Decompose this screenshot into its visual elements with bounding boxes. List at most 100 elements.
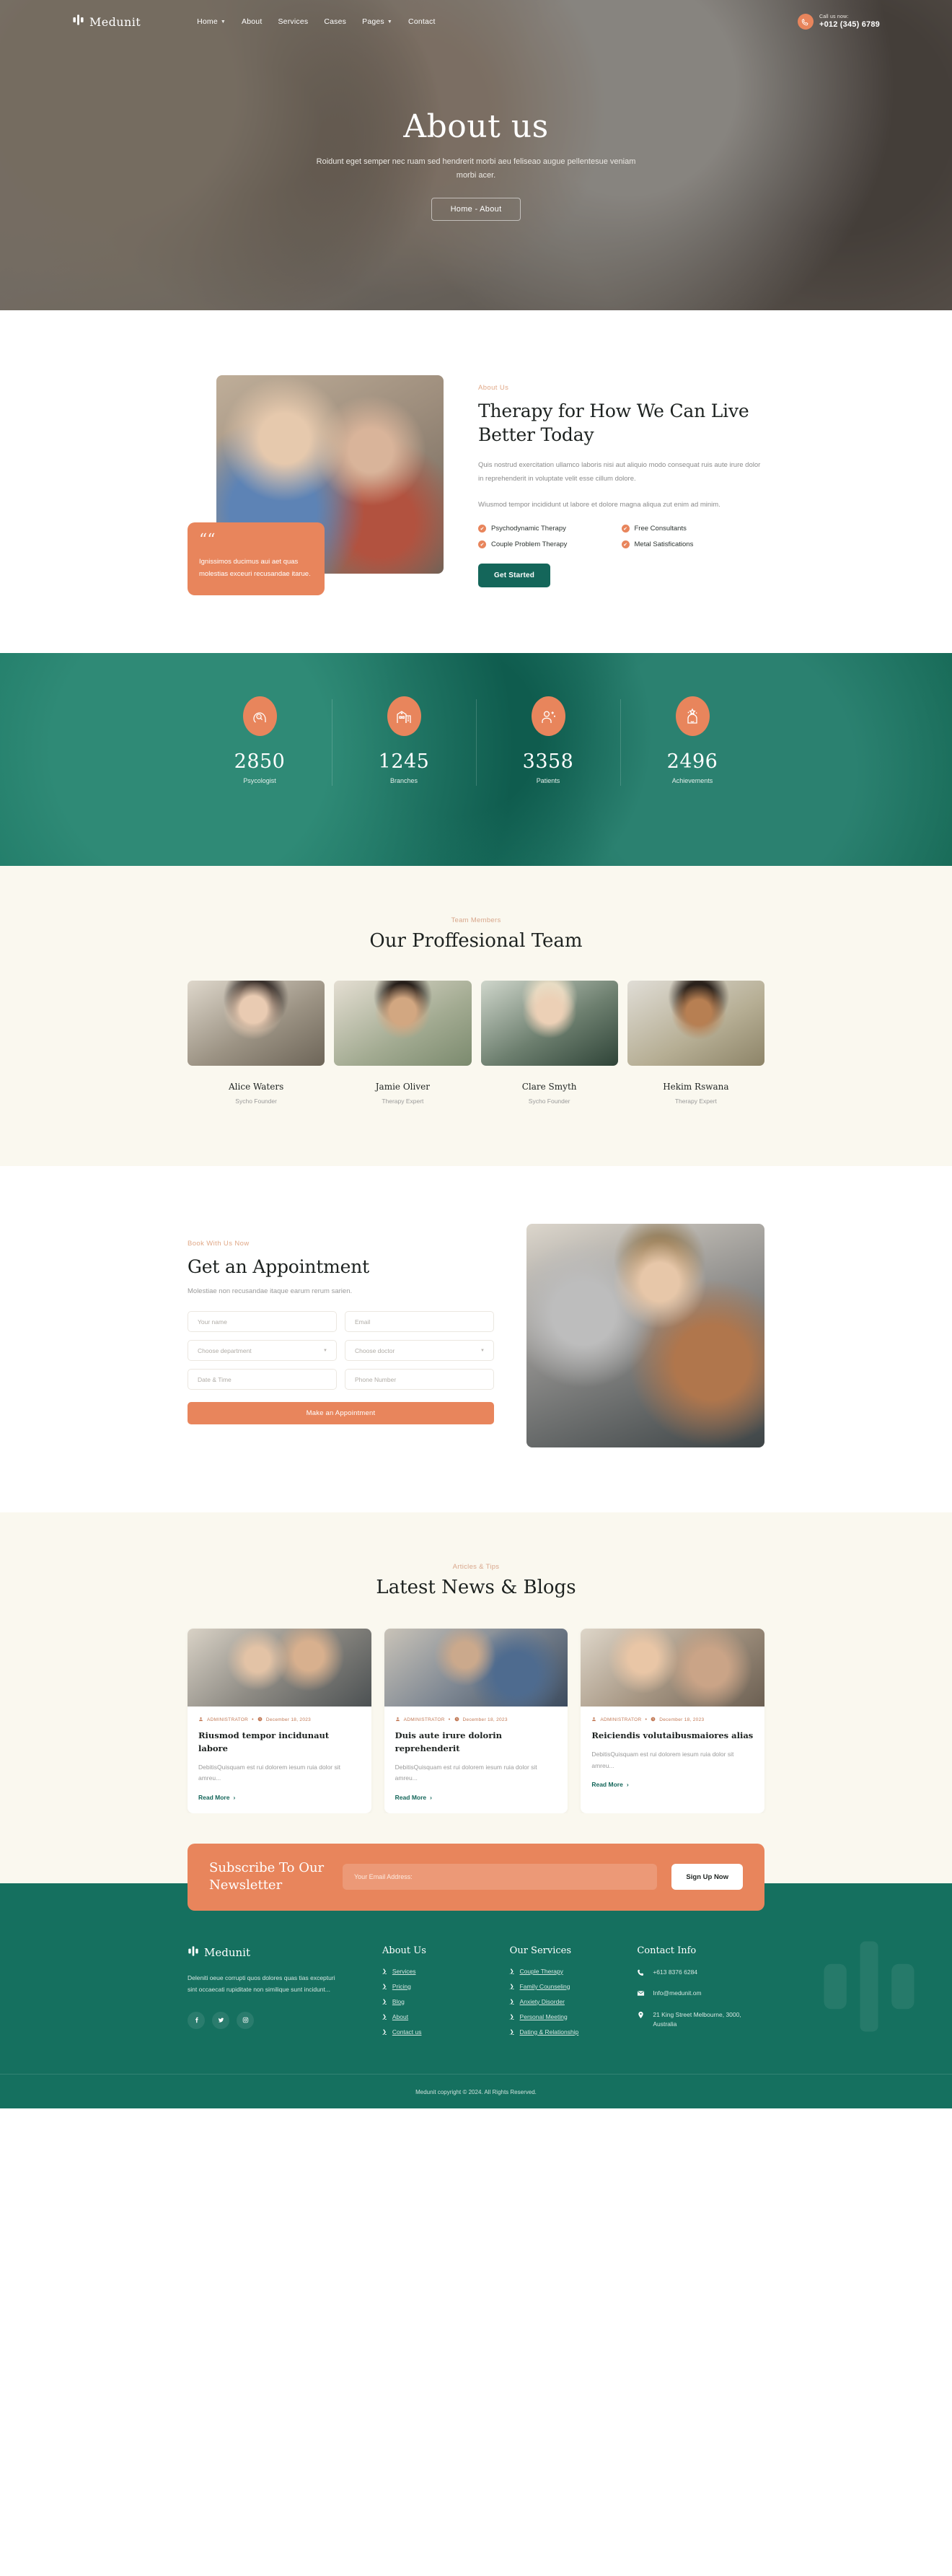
footer-link-services[interactable]: ❯ Services: [382, 1968, 510, 1975]
sign-up-now-button[interactable]: Sign Up Now: [671, 1864, 743, 1891]
call-text: Call us now: +012 (345) 6789: [819, 14, 880, 29]
date-time-input[interactable]: Date & Time: [188, 1369, 337, 1390]
team-card[interactable]: Hekim Rswana Therapy Expert: [627, 981, 764, 1105]
clock-icon: [651, 1717, 656, 1723]
footer-link-contact-us[interactable]: ❯ Contact us: [382, 2028, 510, 2036]
team-photo: [188, 981, 325, 1066]
meta-separator: •: [252, 1717, 254, 1722]
nav-item-pages[interactable]: Pages ▼: [362, 17, 392, 26]
facebook-icon[interactable]: [188, 2011, 205, 2029]
footer-link-label: Personal Meeting: [519, 2012, 568, 2020]
blog-meta: ADMINISTRATOR • December 18, 2023: [198, 1717, 361, 1723]
field-placeholder: Email: [355, 1318, 371, 1326]
email-input[interactable]: Email: [345, 1311, 494, 1332]
feature-item: ✔ Free Consultants: [621, 525, 765, 533]
your-name-input[interactable]: Your name: [188, 1311, 337, 1332]
nav-item-about[interactable]: About: [242, 17, 262, 26]
chevron-right-icon: ❯: [382, 1984, 387, 1989]
read-more-link[interactable]: Read More ›: [395, 1794, 557, 1801]
user-icon: [591, 1717, 596, 1723]
stat-label: Achievements: [671, 777, 713, 784]
user-icon: [395, 1717, 400, 1723]
team-card[interactable]: Clare Smyth Sycho Founder: [480, 981, 618, 1105]
blog-meta: ADMINISTRATOR • December 18, 2023: [591, 1717, 754, 1723]
about-title: Therapy for How We Can Live Better Today: [478, 400, 749, 445]
phone-number-input[interactable]: Phone Number: [345, 1369, 494, 1390]
blog-card[interactable]: ADMINISTRATOR • December 18, 2023 Reicie…: [581, 1629, 765, 1814]
make-appointment-button[interactable]: Make an Appointment: [188, 1402, 494, 1424]
stat-label: Patients: [536, 777, 560, 784]
team-card[interactable]: Alice Waters Sycho Founder: [188, 981, 325, 1105]
footer-link-personal-meeting[interactable]: ❯ Personal Meeting: [510, 2013, 638, 2020]
feature-item: ✔ Psychodynamic Therapy: [478, 525, 622, 533]
field-placeholder: Choose department: [198, 1346, 252, 1354]
blog-card[interactable]: ADMINISTRATOR • December 18, 2023 Riusmo…: [188, 1629, 371, 1814]
about-media: ““ Ignissimos ducimus aui aet quas moles…: [188, 375, 444, 595]
chevron-down-icon: ▼: [480, 1348, 485, 1353]
appointment-subtitle: Molestiae non recusandae itaque earum re…: [188, 1287, 353, 1295]
blog-thumbnail: [188, 1629, 371, 1707]
feature-label: Metal Satisfications: [634, 540, 694, 549]
footer-logo[interactable]: Medunit: [188, 1945, 382, 1961]
read-more-link[interactable]: Read More ›: [591, 1781, 754, 1788]
appointment-form-block: Book With Us Now Get an Appointment Mole…: [188, 1224, 494, 1424]
twitter-icon[interactable]: [212, 2011, 229, 2029]
footer-heading: About Us: [382, 1945, 426, 1956]
team-member-name: Alice Waters: [229, 1082, 284, 1092]
read-more-link[interactable]: Read More ›: [198, 1794, 361, 1801]
nav-label: Cases: [324, 17, 347, 26]
chevron-right-icon: ›: [233, 1794, 236, 1802]
footer-link-dating-relationship[interactable]: ❯ Dating & Relationship: [510, 2028, 638, 2036]
patient-icon: [531, 696, 565, 736]
hero-section: Medunit Home ▼ About Services Cases Page…: [0, 0, 952, 310]
social-links: [188, 2011, 382, 2029]
contact-address: 21 King Street Melbourne, 3000, Australi…: [637, 2010, 764, 2030]
about-section: ““ Ignissimos ducimus aui aet quas moles…: [0, 310, 952, 653]
team-member-role: Sycho Founder: [235, 1098, 277, 1105]
footer-heading: Contact Info: [637, 1945, 697, 1956]
blog-card[interactable]: ADMINISTRATOR • December 18, 2023 Duis a…: [384, 1629, 568, 1814]
instagram-icon[interactable]: [237, 2011, 254, 2029]
about-text: About Us Therapy for How We Can Live Bet…: [478, 375, 765, 588]
nav-menu: Home ▼ About Services Cases Pages ▼ Cont: [197, 17, 436, 26]
footer-link-blog[interactable]: ❯ Blog: [382, 1998, 510, 2005]
breadcrumb[interactable]: Home - About: [431, 197, 521, 221]
nav-item-cases[interactable]: Cases: [324, 17, 346, 26]
footer-contact-column: Contact Info +613 8376 6284 Info@medunit…: [637, 1945, 764, 2043]
footer-link-pricing[interactable]: ❯ Pricing: [382, 1983, 510, 1990]
footer-link-couple-therapy[interactable]: ❯ Couple Therapy: [510, 1968, 638, 1975]
footer-link-about[interactable]: ❯ About: [382, 2013, 510, 2020]
chevron-right-icon: ❯: [509, 2029, 514, 2035]
brand-logo[interactable]: Medunit: [72, 14, 141, 30]
feature-item: ✔ Metal Satisfications: [621, 540, 765, 549]
newsletter-email-input[interactable]: Your Email Address:: [343, 1864, 658, 1891]
stat-number: 2850: [234, 750, 286, 773]
field-placeholder: Phone Number: [355, 1375, 397, 1383]
blog-date: December 18, 2023: [265, 1717, 312, 1722]
header-call-block[interactable]: Call us now: +012 (345) 6789: [797, 14, 880, 30]
blog-thumbnail: [581, 1629, 765, 1707]
choose-doctor-select[interactable]: Choose doctor ▼: [345, 1340, 494, 1361]
hero-subtitle: Roidunt eget semper nec ruam sed hendrer…: [316, 157, 636, 180]
footer-link-label: Blog: [392, 1997, 405, 2005]
appointment-form: Your name Email Choose department ▼ Choo…: [188, 1311, 494, 1424]
contact-phone[interactable]: +613 8376 6284: [637, 1968, 764, 1980]
nav-item-contact[interactable]: Contact: [408, 17, 436, 26]
get-started-button[interactable]: Get Started: [478, 564, 551, 588]
contact-email[interactable]: Info@medunit.om: [637, 1989, 764, 2001]
blog-post-title: Duis aute irure dolorin reprehenderit: [395, 1730, 503, 1753]
feature-label: Psychodynamic Therapy: [491, 525, 566, 533]
feature-label: Couple Problem Therapy: [491, 540, 568, 549]
stat-psycologist: 2850 Psycologist: [188, 696, 332, 784]
choose-department-select[interactable]: Choose department ▼: [188, 1340, 337, 1361]
footer-link-anxiety-disorder[interactable]: ❯ Anxiety Disorder: [510, 1998, 638, 2005]
footer-link-family-counseling[interactable]: ❯ Family Counseling: [510, 1983, 638, 1990]
nav-item-services[interactable]: Services: [278, 17, 308, 26]
team-card[interactable]: Jamie Oliver Therapy Expert: [334, 981, 472, 1105]
footer-link-label: Couple Therapy: [519, 1967, 563, 1975]
quote-mark-icon: ““: [199, 531, 216, 550]
chevron-right-icon: ❯: [382, 2014, 387, 2020]
nav-item-home[interactable]: Home ▼: [197, 17, 226, 26]
read-more-label: Read More: [591, 1781, 623, 1789]
quote-card: ““ Ignissimos ducimus aui aet quas moles…: [188, 522, 325, 595]
